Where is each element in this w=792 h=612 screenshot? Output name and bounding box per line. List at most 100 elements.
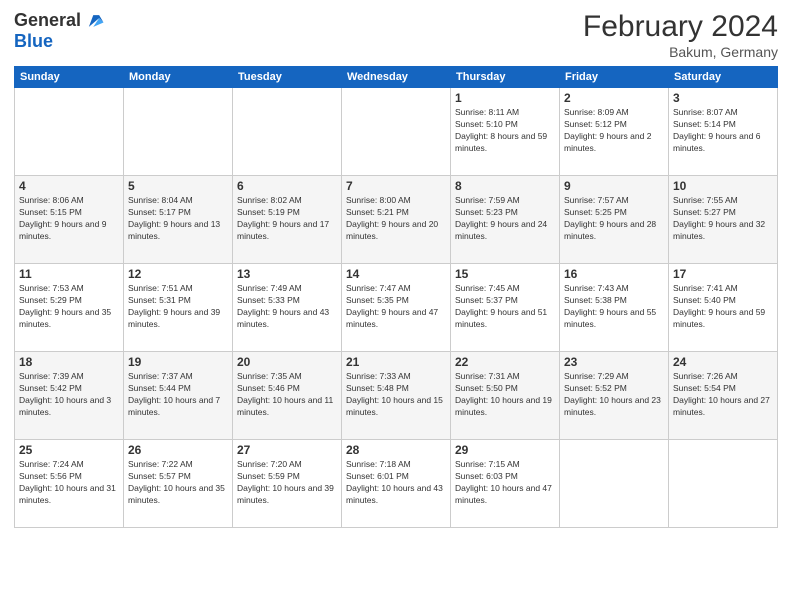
table-cell: 14 Sunrise: 7:47 AM Sunset: 5:35 PM Dayli…	[342, 264, 451, 352]
day-info: Sunrise: 7:53 AM Sunset: 5:29 PM Dayligh…	[19, 283, 119, 331]
day-info: Sunrise: 8:00 AM Sunset: 5:21 PM Dayligh…	[346, 195, 446, 243]
day-number: 15	[455, 267, 555, 281]
table-cell: 18 Sunrise: 7:39 AM Sunset: 5:42 PM Dayli…	[15, 352, 124, 440]
day-info: Sunrise: 7:49 AM Sunset: 5:33 PM Dayligh…	[237, 283, 337, 331]
table-cell	[124, 88, 233, 176]
table-cell: 12 Sunrise: 7:51 AM Sunset: 5:31 PM Dayli…	[124, 264, 233, 352]
table-cell	[342, 88, 451, 176]
day-info: Sunrise: 7:37 AM Sunset: 5:44 PM Dayligh…	[128, 371, 228, 419]
day-info: Sunrise: 7:33 AM Sunset: 5:48 PM Dayligh…	[346, 371, 446, 419]
day-info: Sunrise: 7:47 AM Sunset: 5:35 PM Dayligh…	[346, 283, 446, 331]
day-number: 14	[346, 267, 446, 281]
day-number: 25	[19, 443, 119, 457]
table-cell: 26 Sunrise: 7:22 AM Sunset: 5:57 PM Dayli…	[124, 440, 233, 528]
calendar-table: Sunday Monday Tuesday Wednesday Thursday…	[14, 66, 778, 528]
day-info: Sunrise: 7:57 AM Sunset: 5:25 PM Dayligh…	[564, 195, 664, 243]
day-info: Sunrise: 8:02 AM Sunset: 5:19 PM Dayligh…	[237, 195, 337, 243]
day-info: Sunrise: 7:15 AM Sunset: 6:03 PM Dayligh…	[455, 459, 555, 507]
day-info: Sunrise: 7:26 AM Sunset: 5:54 PM Dayligh…	[673, 371, 773, 419]
table-cell: 9Sunrise: 7:57 AM Sunset: 5:25 PM Daylig…	[560, 176, 669, 264]
day-number: 28	[346, 443, 446, 457]
day-number: 20	[237, 355, 337, 369]
table-cell: 19 Sunrise: 7:37 AM Sunset: 5:44 PM Dayli…	[124, 352, 233, 440]
day-number: 6	[237, 179, 337, 193]
weekday-header-row: Sunday Monday Tuesday Wednesday Thursday…	[15, 67, 778, 88]
day-number: 4	[19, 179, 119, 193]
table-cell: 29 Sunrise: 7:15 AM Sunset: 6:03 PM Dayli…	[451, 440, 560, 528]
day-number: 8	[455, 179, 555, 193]
logo-icon	[83, 10, 105, 32]
day-info: Sunrise: 7:45 AM Sunset: 5:37 PM Dayligh…	[455, 283, 555, 331]
day-number: 12	[128, 267, 228, 281]
table-cell: 8 Sunrise: 7:59 AM Sunset: 5:23 PM Daylig…	[451, 176, 560, 264]
table-cell: 10 Sunrise: 7:55 AM Sunset: 5:27 PM Dayli…	[669, 176, 778, 264]
day-number: 24	[673, 355, 773, 369]
day-info: Sunrise: 7:41 AM Sunset: 5:40 PM Dayligh…	[673, 283, 773, 331]
header-saturday: Saturday	[669, 67, 778, 88]
table-cell: 28 Sunrise: 7:18 AM Sunset: 6:01 PM Dayli…	[342, 440, 451, 528]
day-info: Sunrise: 7:39 AM Sunset: 5:42 PM Dayligh…	[19, 371, 119, 419]
week-row-2: 4Sunrise: 8:06 AM Sunset: 5:15 PM Daylig…	[15, 176, 778, 264]
logo: General Blue	[14, 10, 105, 52]
table-cell: 7 Sunrise: 8:00 AM Sunset: 5:21 PM Daylig…	[342, 176, 451, 264]
day-info: Sunrise: 7:22 AM Sunset: 5:57 PM Dayligh…	[128, 459, 228, 507]
table-cell: 25 Sunrise: 7:24 AM Sunset: 5:56 PM Dayli…	[15, 440, 124, 528]
day-info: Sunrise: 7:35 AM Sunset: 5:46 PM Dayligh…	[237, 371, 337, 419]
day-number: 16	[564, 267, 664, 281]
day-info: Sunrise: 7:29 AM Sunset: 5:52 PM Dayligh…	[564, 371, 664, 419]
table-cell: 2Sunrise: 8:09 AM Sunset: 5:12 PM Daylig…	[560, 88, 669, 176]
page: General Blue February 2024 Bakum, German…	[0, 0, 792, 612]
day-number: 11	[19, 267, 119, 281]
day-info: Sunrise: 7:55 AM Sunset: 5:27 PM Dayligh…	[673, 195, 773, 243]
header-thursday: Thursday	[451, 67, 560, 88]
table-cell: 1 Sunrise: 8:11 AM Sunset: 5:10 PM Daylig…	[451, 88, 560, 176]
day-info: Sunrise: 8:09 AM Sunset: 5:12 PM Dayligh…	[564, 107, 664, 155]
day-number: 29	[455, 443, 555, 457]
title-block: February 2024 Bakum, Germany	[583, 10, 778, 60]
table-cell: 6 Sunrise: 8:02 AM Sunset: 5:19 PM Daylig…	[233, 176, 342, 264]
table-cell: 3 Sunrise: 8:07 AM Sunset: 5:14 PM Daylig…	[669, 88, 778, 176]
calendar-title: February 2024	[583, 10, 778, 44]
table-cell: 21 Sunrise: 7:33 AM Sunset: 5:48 PM Dayli…	[342, 352, 451, 440]
day-number: 18	[19, 355, 119, 369]
logo-text: General	[14, 11, 81, 31]
day-info: Sunrise: 7:31 AM Sunset: 5:50 PM Dayligh…	[455, 371, 555, 419]
table-cell	[15, 88, 124, 176]
day-info: Sunrise: 8:04 AM Sunset: 5:17 PM Dayligh…	[128, 195, 228, 243]
calendar-subtitle: Bakum, Germany	[583, 44, 778, 60]
table-cell: 20 Sunrise: 7:35 AM Sunset: 5:46 PM Dayli…	[233, 352, 342, 440]
day-number: 19	[128, 355, 228, 369]
day-info: Sunrise: 7:20 AM Sunset: 5:59 PM Dayligh…	[237, 459, 337, 507]
day-number: 1	[455, 91, 555, 105]
day-info: Sunrise: 7:51 AM Sunset: 5:31 PM Dayligh…	[128, 283, 228, 331]
day-info: Sunrise: 7:43 AM Sunset: 5:38 PM Dayligh…	[564, 283, 664, 331]
logo-blue-text: Blue	[14, 31, 53, 51]
day-number: 23	[564, 355, 664, 369]
table-cell: 11 Sunrise: 7:53 AM Sunset: 5:29 PM Dayli…	[15, 264, 124, 352]
day-info: Sunrise: 7:18 AM Sunset: 6:01 PM Dayligh…	[346, 459, 446, 507]
day-number: 7	[346, 179, 446, 193]
day-number: 17	[673, 267, 773, 281]
table-cell: 5Sunrise: 8:04 AM Sunset: 5:17 PM Daylig…	[124, 176, 233, 264]
header-monday: Monday	[124, 67, 233, 88]
day-number: 26	[128, 443, 228, 457]
day-number: 10	[673, 179, 773, 193]
day-info: Sunrise: 8:07 AM Sunset: 5:14 PM Dayligh…	[673, 107, 773, 155]
week-row-4: 18 Sunrise: 7:39 AM Sunset: 5:42 PM Dayli…	[15, 352, 778, 440]
day-info: Sunrise: 8:11 AM Sunset: 5:10 PM Dayligh…	[455, 107, 555, 155]
day-info: Sunrise: 7:59 AM Sunset: 5:23 PM Dayligh…	[455, 195, 555, 243]
table-cell	[669, 440, 778, 528]
table-cell: 16 Sunrise: 7:43 AM Sunset: 5:38 PM Dayli…	[560, 264, 669, 352]
day-number: 3	[673, 91, 773, 105]
header-tuesday: Tuesday	[233, 67, 342, 88]
day-number: 21	[346, 355, 446, 369]
week-row-1: 1 Sunrise: 8:11 AM Sunset: 5:10 PM Daylig…	[15, 88, 778, 176]
table-cell	[233, 88, 342, 176]
table-cell: 15 Sunrise: 7:45 AM Sunset: 5:37 PM Dayli…	[451, 264, 560, 352]
table-cell: 4Sunrise: 8:06 AM Sunset: 5:15 PM Daylig…	[15, 176, 124, 264]
table-cell: 22Sunrise: 7:31 AM Sunset: 5:50 PM Dayli…	[451, 352, 560, 440]
header: General Blue February 2024 Bakum, German…	[14, 10, 778, 60]
day-info: Sunrise: 7:24 AM Sunset: 5:56 PM Dayligh…	[19, 459, 119, 507]
table-cell: 17 Sunrise: 7:41 AM Sunset: 5:40 PM Dayli…	[669, 264, 778, 352]
day-number: 13	[237, 267, 337, 281]
